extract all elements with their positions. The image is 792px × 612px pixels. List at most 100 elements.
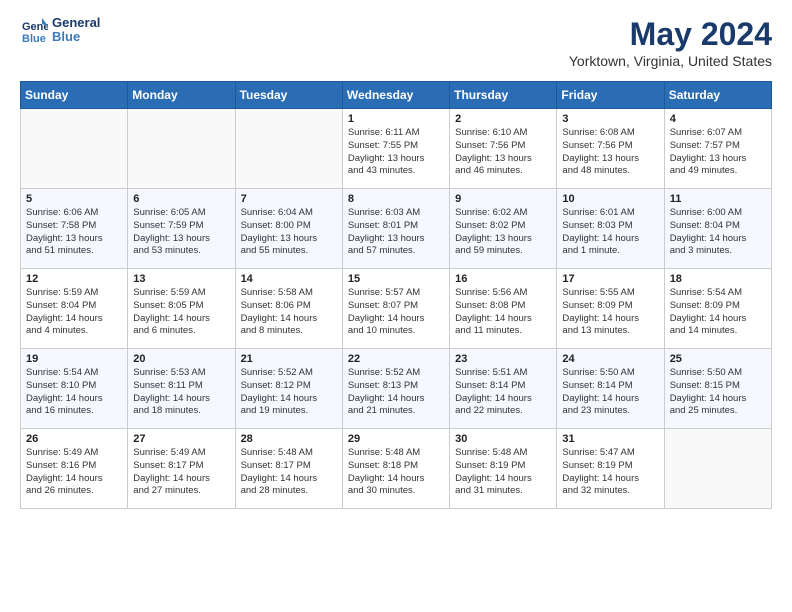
calendar-cell: 10 Sunrise: 6:01 AM Sunset: 8:03 PM Dayli… (557, 189, 664, 269)
day-number: 1 (348, 113, 444, 125)
day-info: Sunrise: 5:48 AM Sunset: 8:17 PM Dayligh… (241, 447, 337, 498)
calendar-cell: 8 Sunrise: 6:03 AM Sunset: 8:01 PM Daylig… (342, 189, 449, 269)
calendar-cell: 2 Sunrise: 6:10 AM Sunset: 7:56 PM Daylig… (450, 109, 557, 189)
day-number: 13 (133, 273, 229, 285)
day-info: Sunrise: 5:49 AM Sunset: 8:16 PM Dayligh… (26, 447, 122, 498)
day-info: Sunrise: 5:54 AM Sunset: 8:09 PM Dayligh… (670, 287, 766, 338)
day-info: Sunrise: 6:00 AM Sunset: 8:04 PM Dayligh… (670, 207, 766, 258)
day-info: Sunrise: 5:55 AM Sunset: 8:09 PM Dayligh… (562, 287, 658, 338)
day-number: 8 (348, 193, 444, 205)
day-info: Sunrise: 5:59 AM Sunset: 8:04 PM Dayligh… (26, 287, 122, 338)
day-info: Sunrise: 5:56 AM Sunset: 8:08 PM Dayligh… (455, 287, 551, 338)
weekday-header-tuesday: Tuesday (235, 82, 342, 109)
day-info: Sunrise: 6:05 AM Sunset: 7:59 PM Dayligh… (133, 207, 229, 258)
day-info: Sunrise: 6:10 AM Sunset: 7:56 PM Dayligh… (455, 127, 551, 178)
day-info: Sunrise: 5:53 AM Sunset: 8:11 PM Dayligh… (133, 367, 229, 418)
logo: General Blue General Blue (20, 16, 100, 45)
day-info: Sunrise: 5:48 AM Sunset: 8:18 PM Dayligh… (348, 447, 444, 498)
calendar-cell (128, 109, 235, 189)
weekday-header-sunday: Sunday (21, 82, 128, 109)
calendar-cell: 16 Sunrise: 5:56 AM Sunset: 8:08 PM Dayli… (450, 269, 557, 349)
weekday-header-saturday: Saturday (664, 82, 771, 109)
logo-line2: Blue (52, 30, 100, 44)
calendar-cell: 13 Sunrise: 5:59 AM Sunset: 8:05 PM Dayli… (128, 269, 235, 349)
calendar-cell (21, 109, 128, 189)
calendar-cell: 17Sunrise: 5:55 AM Sunset: 8:09 PM Dayli… (557, 269, 664, 349)
day-info: Sunrise: 6:11 AM Sunset: 7:55 PM Dayligh… (348, 127, 444, 178)
weekday-header-wednesday: Wednesday (342, 82, 449, 109)
day-number: 27 (133, 433, 229, 445)
day-number: 18 (670, 273, 766, 285)
day-info: Sunrise: 5:58 AM Sunset: 8:06 PM Dayligh… (241, 287, 337, 338)
day-info: Sunrise: 5:54 AM Sunset: 8:10 PM Dayligh… (26, 367, 122, 418)
calendar-cell: 11Sunrise: 6:00 AM Sunset: 8:04 PM Dayli… (664, 189, 771, 269)
calendar-week-5: 26 Sunrise: 5:49 AM Sunset: 8:16 PM Dayli… (21, 429, 772, 509)
day-info: Sunrise: 5:47 AM Sunset: 8:19 PM Dayligh… (562, 447, 658, 498)
day-number: 25 (670, 353, 766, 365)
calendar-cell: 21Sunrise: 5:52 AM Sunset: 8:12 PM Dayli… (235, 349, 342, 429)
calendar-cell: 19Sunrise: 5:54 AM Sunset: 8:10 PM Dayli… (21, 349, 128, 429)
day-number: 4 (670, 113, 766, 125)
calendar-cell: 26 Sunrise: 5:49 AM Sunset: 8:16 PM Dayli… (21, 429, 128, 509)
day-number: 23 (455, 353, 551, 365)
day-info: Sunrise: 5:57 AM Sunset: 8:07 PM Dayligh… (348, 287, 444, 338)
day-info: Sunrise: 5:50 AM Sunset: 8:14 PM Dayligh… (562, 367, 658, 418)
day-info: Sunrise: 5:49 AM Sunset: 8:17 PM Dayligh… (133, 447, 229, 498)
weekday-header-thursday: Thursday (450, 82, 557, 109)
calendar-cell: 14 Sunrise: 5:58 AM Sunset: 8:06 PM Dayli… (235, 269, 342, 349)
day-info: Sunrise: 5:50 AM Sunset: 8:15 PM Dayligh… (670, 367, 766, 418)
calendar-cell: 20 Sunrise: 5:53 AM Sunset: 8:11 PM Dayli… (128, 349, 235, 429)
calendar-title-area: May 2024 Yorktown, Virginia, United Stat… (569, 16, 772, 69)
day-number: 31 (562, 433, 658, 445)
month-year-title: May 2024 (569, 16, 772, 53)
calendar-cell: 6Sunrise: 6:05 AM Sunset: 7:59 PM Daylig… (128, 189, 235, 269)
day-number: 15 (348, 273, 444, 285)
day-info: Sunrise: 5:52 AM Sunset: 8:12 PM Dayligh… (241, 367, 337, 418)
svg-text:Blue: Blue (22, 33, 46, 44)
calendar-cell: 12 Sunrise: 5:59 AM Sunset: 8:04 PM Dayli… (21, 269, 128, 349)
calendar-cell: 25 Sunrise: 5:50 AM Sunset: 8:15 PM Dayli… (664, 349, 771, 429)
day-number: 10 (562, 193, 658, 205)
day-number: 5 (26, 193, 122, 205)
calendar-week-3: 12 Sunrise: 5:59 AM Sunset: 8:04 PM Dayli… (21, 269, 772, 349)
day-number: 7 (241, 193, 337, 205)
day-info: Sunrise: 6:03 AM Sunset: 8:01 PM Dayligh… (348, 207, 444, 258)
calendar-cell: 27 Sunrise: 5:49 AM Sunset: 8:17 PM Dayli… (128, 429, 235, 509)
day-info: Sunrise: 6:06 AM Sunset: 7:58 PM Dayligh… (26, 207, 122, 258)
page-header: General Blue General Blue May 2024 Yorkt… (20, 16, 772, 69)
logo-line1: General (52, 16, 100, 30)
calendar-cell: 23Sunrise: 5:51 AM Sunset: 8:14 PM Dayli… (450, 349, 557, 429)
calendar-cell: 9 Sunrise: 6:02 AM Sunset: 8:02 PM Daylig… (450, 189, 557, 269)
calendar-cell: 15 Sunrise: 5:57 AM Sunset: 8:07 PM Dayli… (342, 269, 449, 349)
day-info: Sunrise: 5:59 AM Sunset: 8:05 PM Dayligh… (133, 287, 229, 338)
calendar-cell (235, 109, 342, 189)
weekday-header-friday: Friday (557, 82, 664, 109)
calendar-cell: 4 Sunrise: 6:07 AM Sunset: 7:57 PM Daylig… (664, 109, 771, 189)
day-number: 20 (133, 353, 229, 365)
day-number: 9 (455, 193, 551, 205)
day-number: 12 (26, 273, 122, 285)
calendar-cell: 28 Sunrise: 5:48 AM Sunset: 8:17 PM Dayli… (235, 429, 342, 509)
calendar-cell: 29Sunrise: 5:48 AM Sunset: 8:18 PM Dayli… (342, 429, 449, 509)
calendar-cell: 18 Sunrise: 5:54 AM Sunset: 8:09 PM Dayli… (664, 269, 771, 349)
day-number: 24 (562, 353, 658, 365)
calendar-cell: 31 Sunrise: 5:47 AM Sunset: 8:19 PM Dayli… (557, 429, 664, 509)
calendar-week-2: 5 Sunrise: 6:06 AM Sunset: 7:58 PM Daylig… (21, 189, 772, 269)
day-info: Sunrise: 6:04 AM Sunset: 8:00 PM Dayligh… (241, 207, 337, 258)
day-info: Sunrise: 6:08 AM Sunset: 7:56 PM Dayligh… (562, 127, 658, 178)
day-number: 30 (455, 433, 551, 445)
day-number: 28 (241, 433, 337, 445)
day-number: 14 (241, 273, 337, 285)
weekday-header-monday: Monday (128, 82, 235, 109)
calendar-cell: 24 Sunrise: 5:50 AM Sunset: 8:14 PM Dayli… (557, 349, 664, 429)
day-number: 2 (455, 113, 551, 125)
calendar-cell: 30Sunrise: 5:48 AM Sunset: 8:19 PM Dayli… (450, 429, 557, 509)
day-number: 26 (26, 433, 122, 445)
day-info: Sunrise: 6:02 AM Sunset: 8:02 PM Dayligh… (455, 207, 551, 258)
day-info: Sunrise: 5:52 AM Sunset: 8:13 PM Dayligh… (348, 367, 444, 418)
day-info: Sunrise: 6:07 AM Sunset: 7:57 PM Dayligh… (670, 127, 766, 178)
day-number: 16 (455, 273, 551, 285)
calendar-week-1: 1 Sunrise: 6:11 AM Sunset: 7:55 PM Daylig… (21, 109, 772, 189)
logo-icon: General Blue (20, 16, 48, 44)
day-info: Sunrise: 6:01 AM Sunset: 8:03 PM Dayligh… (562, 207, 658, 258)
